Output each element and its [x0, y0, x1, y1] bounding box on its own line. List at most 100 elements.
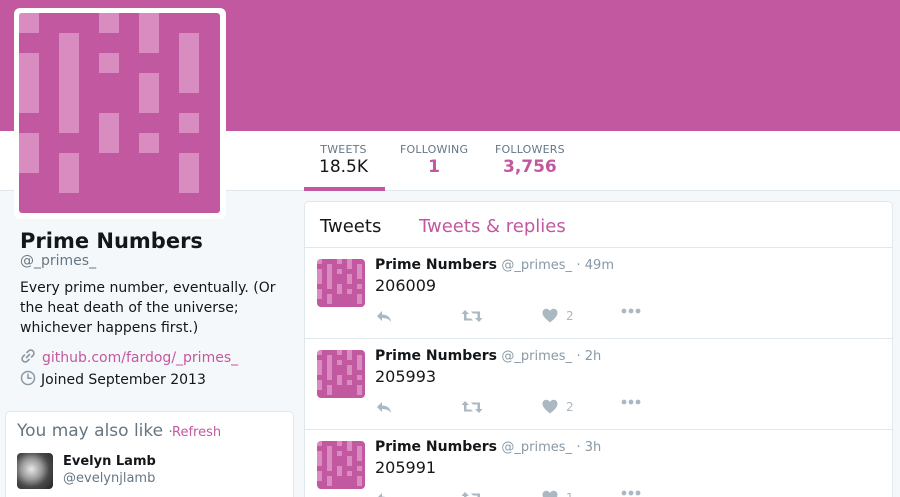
- who-to-follow-card: You may also like · Refresh Evelyn Lamb …: [5, 411, 294, 497]
- tweet-avatar[interactable]: [317, 350, 365, 398]
- avatar-pixel: [357, 375, 362, 380]
- avatar-pixel: [59, 33, 79, 93]
- avatar-pixel: [19, 73, 39, 113]
- avatar-pixel: [337, 451, 342, 456]
- stat-tweets-value: 18.5K: [319, 157, 368, 177]
- more-button[interactable]: [621, 308, 641, 314]
- profile-avatar[interactable]: [14, 8, 226, 219]
- avatar-pixel: [357, 466, 362, 471]
- avatar-pixel: [357, 355, 362, 370]
- avatar-pixel: [317, 380, 322, 390]
- profile-website-link[interactable]: github.com/fardog/_primes_: [42, 350, 238, 366]
- reply-button[interactable]: [375, 490, 393, 497]
- reply-button[interactable]: [375, 399, 393, 415]
- avatar-pixel: [337, 269, 342, 274]
- tweet-list: Prime Numbers @_primes_ · 49m 206009 2 P…: [305, 248, 892, 497]
- profile-joined: Joined September 2013: [20, 370, 206, 390]
- stat-tweets[interactable]: TWEETS 18.5K: [319, 143, 368, 177]
- retweet-button[interactable]: [461, 399, 483, 415]
- avatar-pixel: [347, 441, 352, 451]
- avatar-pixel: [327, 446, 332, 461]
- tweet-header: Prime Numbers @_primes_ · 3h: [375, 439, 601, 455]
- tweet-text: 205991: [375, 458, 437, 477]
- suggested-user-name[interactable]: Evelyn Lamb: [63, 454, 156, 469]
- like-icon: [542, 308, 558, 323]
- avatar-pixel: [317, 289, 322, 299]
- tweet[interactable]: Prime Numbers @_primes_ · 3h 205991 1: [305, 430, 892, 497]
- avatar-pixel: [139, 133, 159, 153]
- stat-followers-value: 3,756: [502, 157, 557, 177]
- avatar-pixel: [139, 13, 159, 53]
- avatar-pixel: [19, 53, 39, 73]
- stat-followers[interactable]: FOLLOWERS 3,756: [495, 143, 565, 177]
- tweet-timestamp[interactable]: 49m: [585, 258, 614, 273]
- tweet[interactable]: Prime Numbers @_primes_ · 49m 206009 2: [305, 248, 892, 339]
- avatar-image: [19, 13, 220, 213]
- avatar-pixel: [317, 365, 322, 375]
- tweet-timestamp[interactable]: 2h: [585, 349, 602, 364]
- avatar-pixel: [337, 350, 342, 355]
- tweet[interactable]: Prime Numbers @_primes_ · 2h 205993 2: [305, 339, 892, 430]
- like-button[interactable]: 2: [542, 308, 574, 323]
- retweet-button[interactable]: [461, 490, 483, 497]
- avatar-pixel: [317, 274, 322, 284]
- suggested-user-handle: @evelynjlamb: [63, 471, 156, 486]
- avatar-pixel: [327, 355, 332, 370]
- like-icon: [542, 399, 558, 414]
- link-icon: [20, 348, 36, 368]
- avatar-pixel: [327, 264, 332, 279]
- tweet-actions: 1: [375, 490, 675, 497]
- reply-icon: [378, 493, 386, 497]
- stat-following-label: FOLLOWING: [400, 143, 469, 156]
- suggested-user-avatar[interactable]: [17, 453, 53, 489]
- retweet-button[interactable]: [461, 308, 483, 324]
- tweet-actions: 2: [375, 399, 675, 417]
- tweet-actions: 2: [375, 308, 675, 326]
- tweet-timestamp[interactable]: 3h: [585, 440, 602, 455]
- refresh-button[interactable]: Refresh: [172, 425, 221, 440]
- avatar-pixel: [347, 365, 352, 375]
- avatar-pixel: [179, 113, 199, 133]
- tweet-avatar[interactable]: [317, 259, 365, 307]
- more-button[interactable]: [621, 490, 641, 496]
- tweet-dot: ·: [576, 349, 585, 364]
- tweet-text: 205993: [375, 367, 437, 386]
- avatar-pixel: [327, 370, 332, 380]
- avatar-pixel: [337, 360, 342, 365]
- stat-following[interactable]: FOLLOWING 1: [400, 143, 468, 177]
- like-count: 2: [566, 399, 574, 414]
- tweet-author-name[interactable]: Prime Numbers: [375, 348, 497, 364]
- avatar-pixel: [337, 375, 342, 385]
- tweet-author-name[interactable]: Prime Numbers: [375, 257, 497, 273]
- avatar-pixel: [327, 476, 332, 486]
- avatar-pixel: [139, 73, 159, 113]
- avatar-pixel: [347, 456, 352, 466]
- tab-tweets-and-replies[interactable]: Tweets & replies: [419, 216, 566, 237]
- stat-following-value: 1: [428, 157, 441, 177]
- tweet-text: 206009: [375, 276, 437, 295]
- retweet-icon: [461, 492, 480, 497]
- avatar-pixel: [327, 385, 332, 395]
- tweet-dot: ·: [576, 258, 585, 273]
- tab-tweets[interactable]: Tweets: [320, 216, 381, 237]
- avatar-pixel: [357, 385, 362, 395]
- timeline-tabs: Tweets Tweets & replies: [305, 202, 892, 248]
- avatar-pixel: [19, 133, 39, 173]
- profile-joined-date: Joined September 2013: [41, 372, 206, 388]
- more-button[interactable]: [621, 399, 641, 405]
- tweet-author-handle: @_primes_: [501, 258, 573, 273]
- avatar-pixel: [327, 279, 332, 289]
- avatar-pixel: [99, 113, 119, 153]
- stat-followers-label: FOLLOWERS: [495, 143, 565, 156]
- avatar-pixel: [357, 446, 362, 461]
- like-button[interactable]: 1: [542, 490, 574, 497]
- avatar-pixel: [99, 13, 119, 33]
- more-icon: [621, 308, 641, 314]
- like-button[interactable]: 2: [542, 399, 574, 414]
- avatar-pixel: [99, 53, 119, 73]
- tweet-author-handle: @_primes_: [501, 440, 573, 455]
- tweet-author-name[interactable]: Prime Numbers: [375, 439, 497, 455]
- avatar-pixel: [347, 259, 352, 269]
- tweet-avatar[interactable]: [317, 441, 365, 489]
- reply-button[interactable]: [375, 308, 393, 324]
